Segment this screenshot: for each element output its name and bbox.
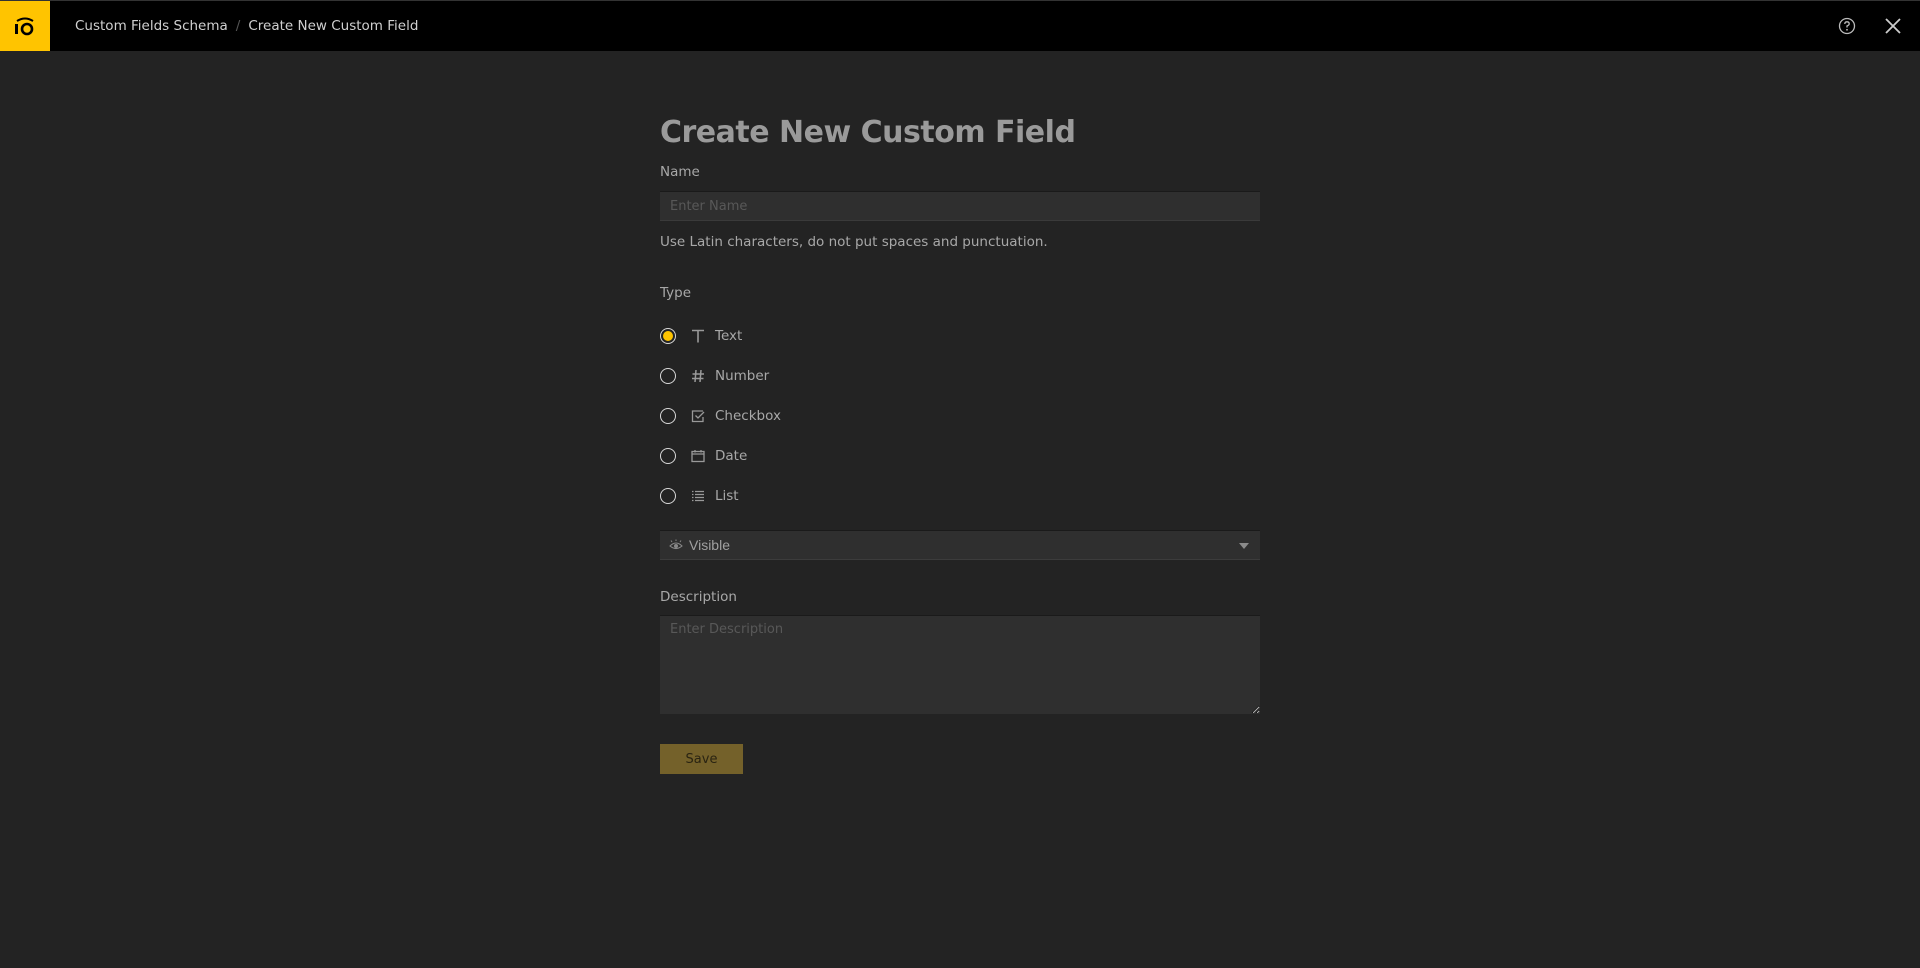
description-textarea[interactable]: [660, 615, 1260, 714]
breadcrumb: Custom Fields Schema / Create New Custom…: [75, 18, 418, 34]
type-option-list[interactable]: List: [660, 476, 781, 516]
close-button[interactable]: [1883, 16, 1903, 36]
page-title: Create New Custom Field: [660, 115, 1076, 150]
save-button[interactable]: Save: [660, 744, 743, 774]
breadcrumb-custom-fields-schema[interactable]: Custom Fields Schema: [75, 18, 228, 34]
hash-icon: [690, 368, 706, 384]
visibility-selected-value: Visible: [689, 537, 730, 553]
type-option-text[interactable]: Text: [660, 316, 781, 356]
calendar-icon: [690, 448, 706, 464]
type-option-date[interactable]: Date: [660, 436, 781, 476]
create-custom-field-form: Create New Custom Field Name Use Latin c…: [660, 108, 1260, 774]
checkbox-icon: [690, 408, 706, 424]
type-option-number[interactable]: Number: [660, 356, 781, 396]
chevron-down-icon: [1239, 543, 1249, 549]
name-label: Name: [660, 164, 700, 180]
radio-number[interactable]: [660, 368, 676, 384]
type-option-label: Checkbox: [715, 408, 781, 424]
name-input[interactable]: [660, 191, 1260, 221]
close-icon: [1885, 18, 1901, 34]
breadcrumb-current-page: Create New Custom Field: [248, 18, 419, 34]
name-hint: Use Latin characters, do not put spaces …: [660, 234, 1048, 250]
list-icon: [690, 488, 706, 504]
radio-date[interactable]: [660, 448, 676, 464]
type-option-label: Number: [715, 368, 770, 384]
type-option-label: Text: [715, 328, 743, 344]
top-bar: Custom Fields Schema / Create New Custom…: [0, 0, 1920, 51]
text-icon: [690, 328, 706, 344]
radio-list[interactable]: [660, 488, 676, 504]
type-label: Type: [660, 285, 692, 301]
radio-text[interactable]: [660, 328, 676, 344]
help-circle-icon: [1838, 17, 1856, 35]
breadcrumb-separator: /: [235, 18, 241, 34]
logo-icon: [15, 17, 34, 36]
type-option-checkbox[interactable]: Checkbox: [660, 396, 781, 436]
type-option-label: List: [715, 488, 739, 504]
type-radio-group: Text Number Checkbox Date List: [660, 316, 781, 516]
type-option-label: Date: [715, 448, 748, 464]
visibility-select[interactable]: Visible: [660, 530, 1260, 560]
app-logo[interactable]: [0, 1, 50, 51]
description-label: Description: [660, 589, 737, 605]
help-button[interactable]: [1837, 16, 1857, 36]
eye-icon: [669, 538, 683, 552]
radio-checkbox[interactable]: [660, 408, 676, 424]
